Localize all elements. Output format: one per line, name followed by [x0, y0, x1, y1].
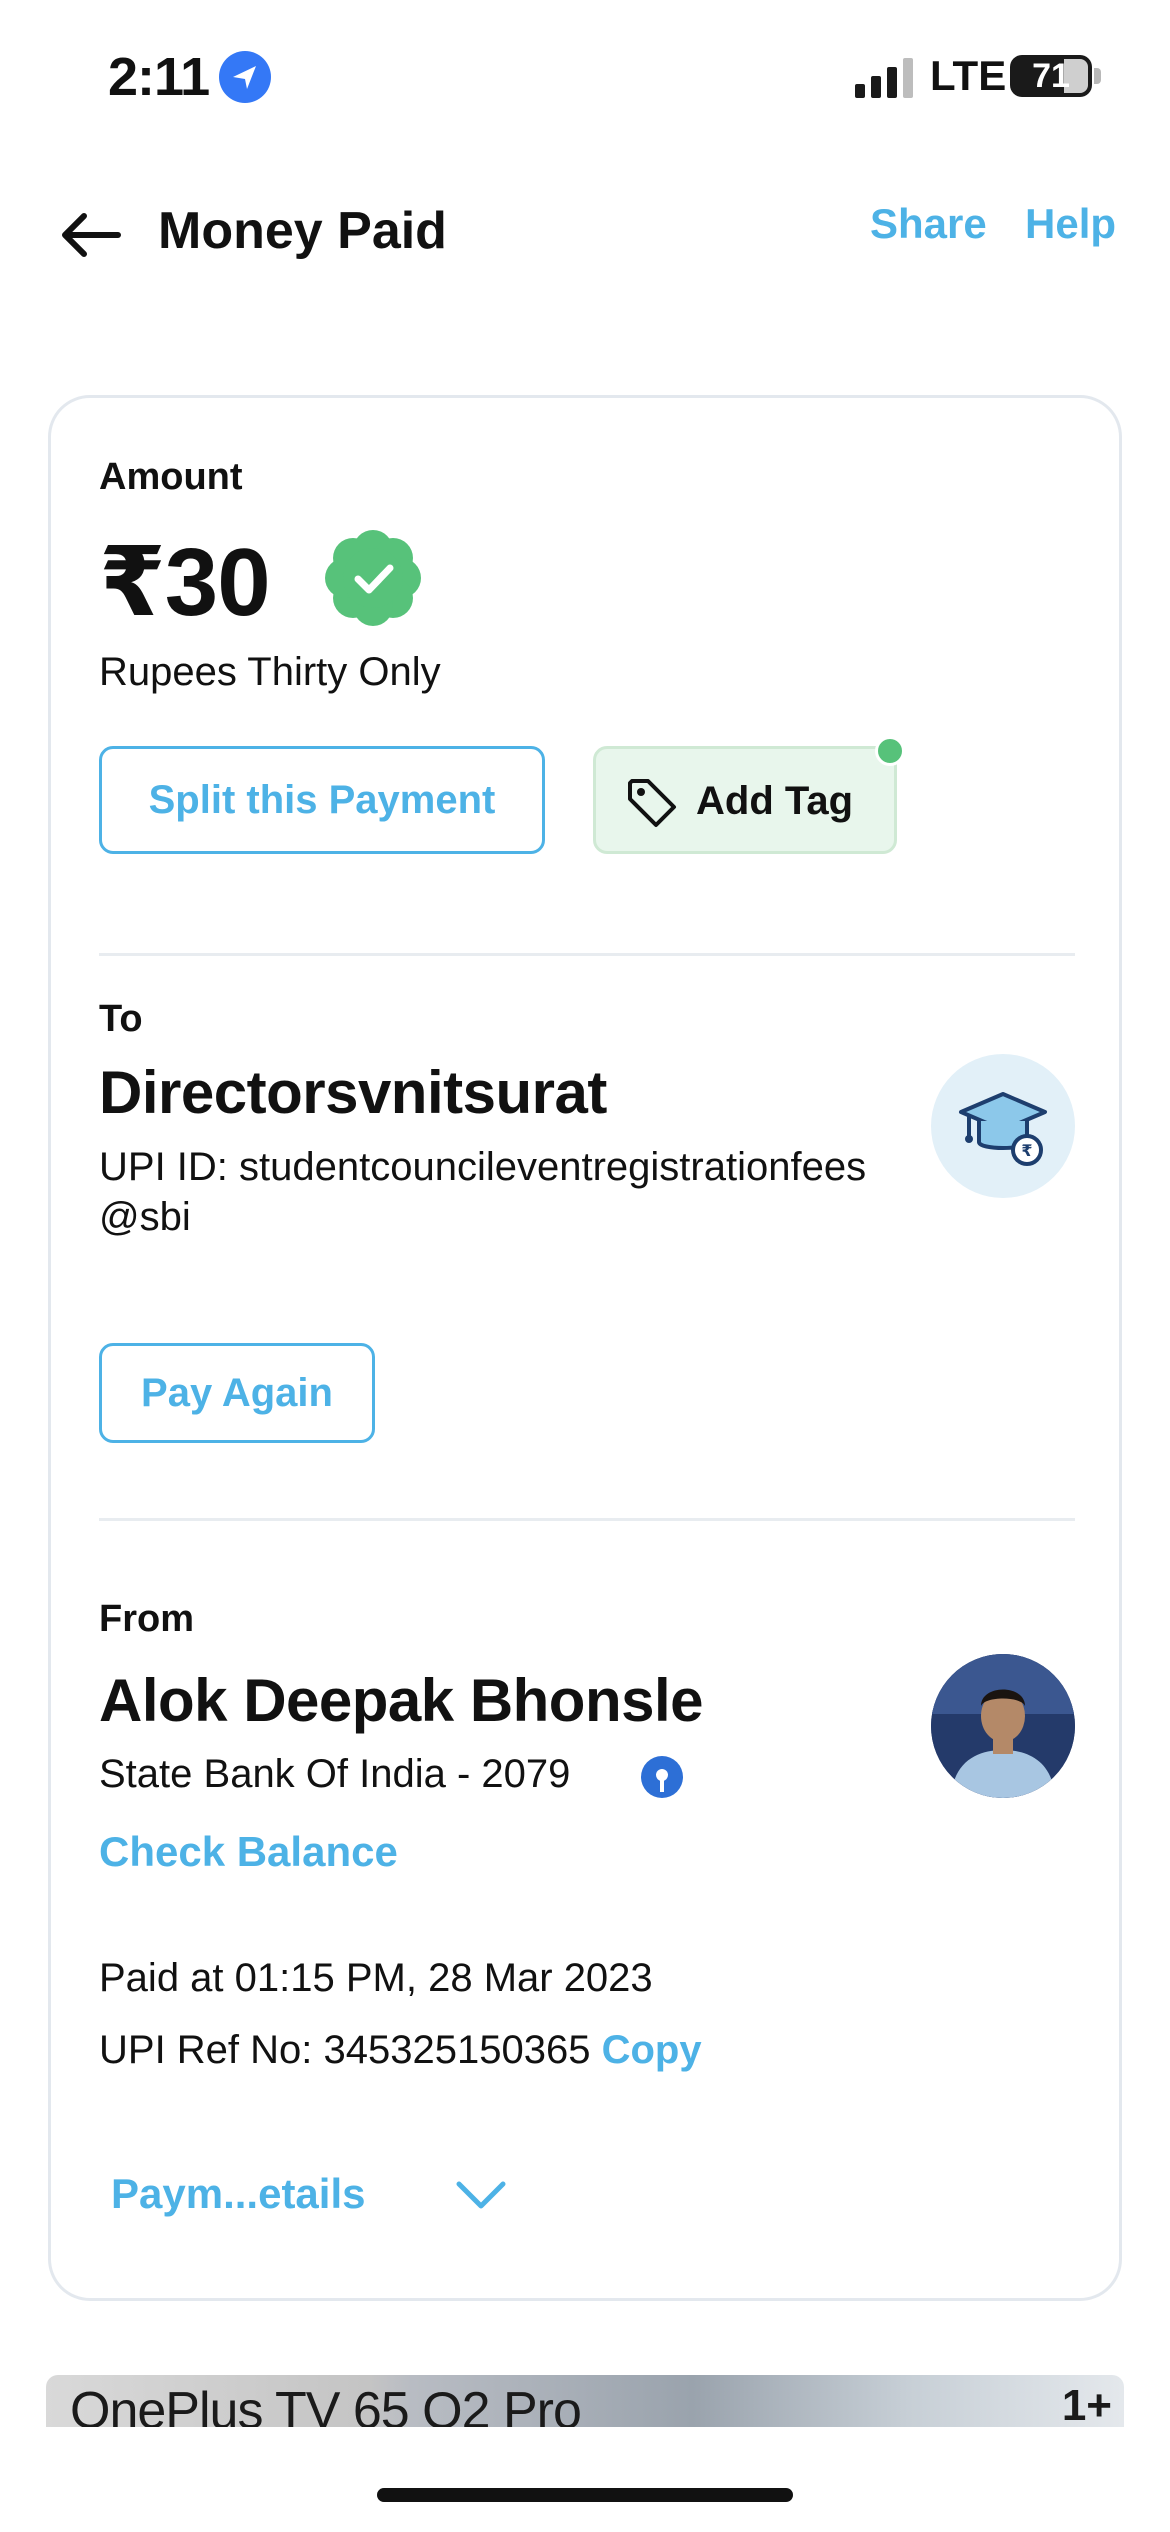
- location-arrow-icon: [219, 51, 271, 103]
- transaction-card: Amount ₹30 Rupees Thirty Only Split this…: [48, 395, 1122, 2301]
- payee-avatar: ₹: [931, 1054, 1075, 1198]
- battery-icon: 71: [1010, 55, 1092, 97]
- verified-badge-icon: [325, 530, 421, 626]
- payer-avatar: [931, 1654, 1075, 1798]
- graduation-cap-icon: ₹: [959, 1092, 1047, 1166]
- to-label: To: [99, 998, 143, 1040]
- payment-details-toggle[interactable]: Paym...etails: [111, 2170, 365, 2218]
- profile-photo: [931, 1654, 1075, 1798]
- tag-icon: [628, 779, 676, 827]
- check-balance-link[interactable]: Check Balance: [99, 1828, 398, 1876]
- status-bar: 2:11 LTE 71: [0, 0, 1170, 150]
- network-type: LTE: [930, 52, 1007, 99]
- upi-ref-number: UPI Ref No: 345325150365: [99, 2028, 591, 2072]
- chevron-down-icon[interactable]: [451, 2164, 511, 2224]
- divider: [99, 1518, 1075, 1521]
- payee-upi-id: UPI ID: studentcouncileventregistrationf…: [99, 1145, 867, 1239]
- split-payment-button[interactable]: Split this Payment: [99, 746, 545, 854]
- amount-label: Amount: [99, 456, 243, 498]
- share-button[interactable]: Share: [870, 200, 987, 248]
- bank-account: State Bank Of India - 2079: [99, 1752, 571, 1796]
- signal-icon: [855, 58, 913, 98]
- status-time: 2:11: [108, 47, 210, 107]
- page-title: Money Paid: [158, 202, 447, 260]
- payer-name: Alok Deepak Bhonsle: [99, 1667, 704, 1734]
- battery-cap: [1094, 68, 1101, 84]
- brand-logo: 1+: [1061, 2381, 1112, 2427]
- payee-name: Directorsvnitsurat: [99, 1059, 607, 1126]
- paid-at-timestamp: Paid at 01:15 PM, 28 Mar 2023: [99, 1956, 653, 2000]
- money-paid-screen: 2:11 LTE 71 Money Paid Share Help Amount…: [0, 0, 1170, 2532]
- battery-percent: 71: [1032, 57, 1070, 95]
- promo-banner[interactable]: OnePlus TV 65 Q2 Pro 1+: [46, 2375, 1124, 2427]
- help-button[interactable]: Help: [1025, 200, 1116, 248]
- upi-ref-row: UPI Ref No: 345325150365 Copy: [99, 2028, 702, 2073]
- pay-again-button[interactable]: Pay Again: [99, 1343, 375, 1443]
- bank-icon: [641, 1756, 683, 1798]
- home-indicator[interactable]: [377, 2488, 793, 2502]
- new-indicator-dot: [875, 736, 905, 766]
- add-tag-button[interactable]: Add Tag: [593, 746, 897, 854]
- banner-title: OnePlus TV 65 Q2 Pro: [70, 2382, 582, 2427]
- svg-text:₹: ₹: [1021, 1141, 1032, 1160]
- copy-ref-button[interactable]: Copy: [602, 2028, 702, 2072]
- back-arrow-icon[interactable]: [56, 200, 126, 270]
- add-tag-label: Add Tag: [696, 779, 854, 823]
- from-label: From: [99, 1598, 194, 1640]
- divider: [99, 953, 1075, 956]
- amount-value: ₹30: [99, 529, 271, 636]
- amount-in-words: Rupees Thirty Only: [99, 650, 441, 694]
